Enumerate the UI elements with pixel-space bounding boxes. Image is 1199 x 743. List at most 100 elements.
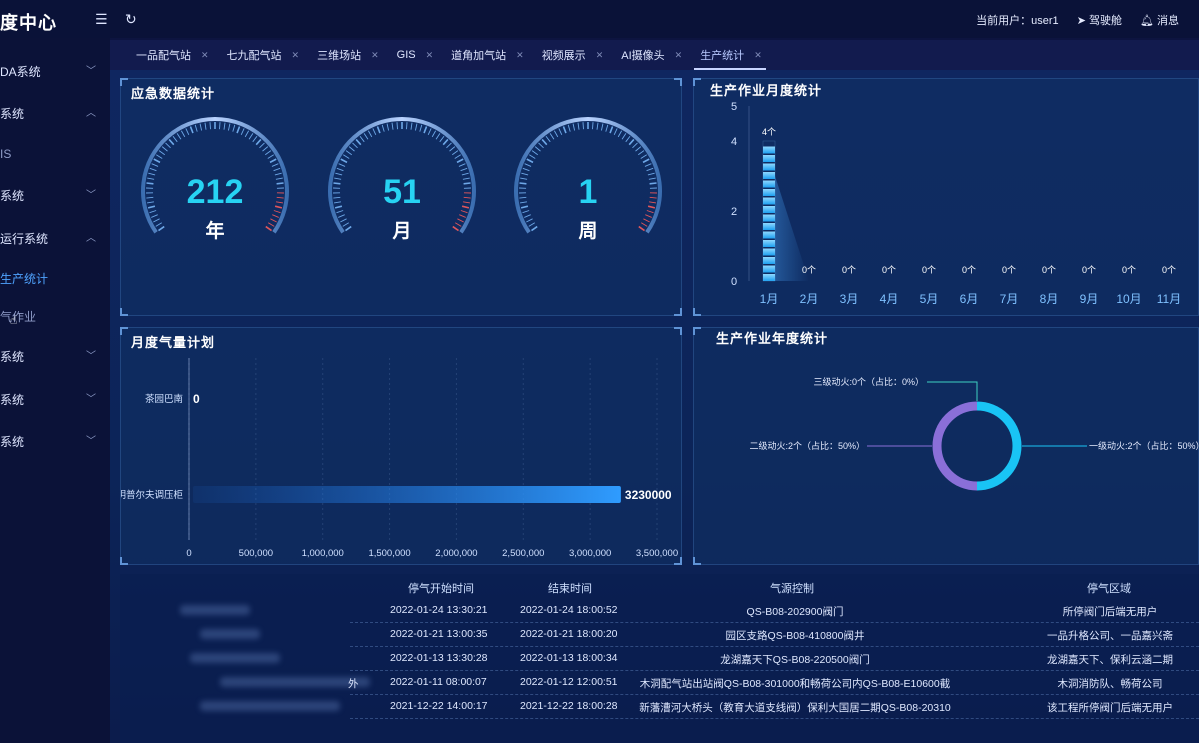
sidebar-item-operation[interactable]: 运行系统 ︿ bbox=[0, 227, 110, 247]
gauge-tick bbox=[522, 167, 530, 172]
gauge-tick bbox=[635, 146, 642, 152]
refresh-icon[interactable]: ↻ bbox=[125, 11, 137, 28]
gauge-value: 1 bbox=[579, 173, 598, 211]
slice-label: 二级动火:2个（占比：50%） bbox=[749, 440, 865, 451]
close-icon[interactable]: ✕ bbox=[596, 50, 604, 61]
gauge-tick bbox=[455, 222, 462, 227]
gauge-tick bbox=[646, 210, 654, 214]
tab-production-stats[interactable]: 生产统计 ✕ bbox=[694, 40, 766, 70]
sidebar-item-system-4[interactable]: 系统 ﹀ bbox=[0, 388, 110, 408]
gauge-tick bbox=[632, 142, 638, 149]
gauge-tick bbox=[194, 124, 198, 132]
table-row[interactable]: 2022-01-13 13:30:28 2022-01-13 18:00:34 龙湖… bbox=[120, 647, 1199, 671]
gauge-tick bbox=[148, 172, 156, 176]
gauge-tick bbox=[592, 122, 594, 130]
gauge-tick bbox=[621, 133, 627, 140]
gauge-tick bbox=[338, 214, 345, 218]
sidebar-item-system-3[interactable]: 系统 ﹀ bbox=[0, 345, 110, 365]
redacted-cell bbox=[180, 605, 250, 615]
sidebar-item-gas-work[interactable]: 气作业 ☝ bbox=[0, 305, 110, 327]
gauge-tick bbox=[158, 225, 165, 232]
gauge-tick bbox=[372, 128, 377, 135]
gauge-tick bbox=[419, 124, 423, 132]
gauge-unit: 年 bbox=[205, 219, 224, 242]
close-icon[interactable]: ✕ bbox=[754, 50, 762, 61]
bell-icon: 🔔︎ bbox=[1139, 15, 1154, 27]
gauge-tick bbox=[146, 201, 155, 204]
gauge-tick bbox=[524, 163, 532, 167]
tab-ai-camera[interactable]: AI摄像头 ✕ bbox=[621, 40, 682, 70]
gauge-tick bbox=[463, 196, 471, 199]
tab-daojiao[interactable]: 道角加气站 ✕ bbox=[451, 40, 524, 70]
x-tick-label: 2,000,000 bbox=[435, 548, 477, 559]
tab-gis[interactable]: GIS ✕ bbox=[397, 40, 434, 70]
table-row[interactable]: 2022-01-21 13:00:35 2022-01-21 18:00:20 园区… bbox=[120, 623, 1199, 647]
sidebar-item-label: 系统 bbox=[0, 107, 25, 121]
sidebar-item-is[interactable]: IS bbox=[0, 144, 110, 164]
data-label: 0个 bbox=[1082, 265, 1096, 275]
gauge-tick bbox=[414, 123, 418, 131]
header-end-time: 结束时间 bbox=[548, 583, 592, 595]
gauge-tick bbox=[529, 154, 536, 159]
messages-button[interactable]: 🔔︎ 消息 bbox=[1140, 12, 1179, 28]
tab-yipin[interactable]: 一品配气站 ✕ bbox=[136, 40, 209, 70]
gauge-tick bbox=[442, 138, 449, 146]
sidebar-item-production-stats[interactable]: 生产统计 bbox=[0, 267, 110, 287]
gauge-tick bbox=[641, 222, 648, 227]
cell-area: 木洞消防队、畅荷公司 bbox=[1057, 678, 1163, 690]
gauge-tick bbox=[446, 142, 452, 149]
gauge-tick bbox=[459, 214, 466, 218]
gauge-tick bbox=[458, 163, 466, 167]
cursor-hand-icon: ☝ bbox=[10, 313, 18, 327]
annual-production-panel: 生产作业年度统计 一级动火:2个（占比：50%） 二级动火:2个（占比：50%）三… bbox=[693, 327, 1199, 565]
chevron-down-icon: ﹀ bbox=[86, 351, 96, 362]
app-brand: 度中心 bbox=[0, 13, 57, 33]
cell-area: 一品升格公司、一品嘉兴斋 bbox=[1047, 630, 1173, 642]
close-icon[interactable]: ✕ bbox=[292, 50, 300, 61]
cell-control: QS-B08-202900阀门 bbox=[746, 606, 844, 618]
close-icon[interactable]: ✕ bbox=[516, 50, 524, 61]
hamburger-icon[interactable]: ☰ bbox=[95, 11, 108, 28]
gauge-tick bbox=[149, 210, 157, 214]
table-row[interactable]: 2021-12-22 14:00:17 2021-12-22 18:00:28 新藩… bbox=[120, 695, 1199, 719]
tab-video[interactable]: 视频展示 ✕ bbox=[542, 40, 604, 70]
gauge-tick bbox=[345, 150, 352, 156]
bar-segment bbox=[763, 265, 775, 273]
gauge-tick bbox=[262, 146, 269, 152]
tab-3d-station[interactable]: 三维场站 ✕ bbox=[317, 40, 379, 70]
gauge-tick bbox=[273, 210, 281, 214]
x-tick-label: 7月 bbox=[1000, 292, 1019, 306]
gauge-unit: 月 bbox=[391, 221, 411, 242]
table-row[interactable]: 外 2022-01-11 08:00:07 2022-01-12 12:00:51 木… bbox=[120, 671, 1199, 695]
gauge-tick bbox=[244, 130, 250, 138]
sidebar-item-system-5[interactable]: 系统 ﹀ bbox=[0, 430, 110, 450]
header-start-time: 停气开始时间 bbox=[408, 583, 474, 595]
slice-label: 一级动火:2个（占比：50%） bbox=[1089, 440, 1199, 451]
row-divider bbox=[350, 718, 1199, 719]
table-row[interactable]: 2022-01-24 13:30:21 2022-01-24 18:00:52 QS… bbox=[120, 599, 1199, 623]
close-icon[interactable]: ✕ bbox=[201, 50, 209, 61]
gauge-tick bbox=[649, 182, 657, 185]
gauge-tick bbox=[270, 218, 277, 223]
gauge-tick bbox=[146, 196, 154, 199]
sidebar-item-label: 气作业 bbox=[0, 310, 37, 324]
tab-qijiu[interactable]: 七九配气站 ✕ bbox=[227, 40, 300, 70]
close-icon[interactable]: ✕ bbox=[675, 50, 683, 61]
cockpit-button[interactable]: ➤ 驾驶舱 bbox=[1077, 12, 1122, 28]
gauge-tick bbox=[435, 133, 441, 140]
tab-label: AI摄像头 bbox=[621, 50, 665, 62]
sidebar-item-da[interactable]: DA系统 ﹀ bbox=[0, 60, 110, 80]
bar-segment bbox=[763, 172, 775, 179]
gauge-tick bbox=[336, 167, 344, 172]
gauge-tick bbox=[600, 123, 604, 131]
redacted-cell bbox=[200, 629, 260, 639]
gauge-tick bbox=[276, 182, 284, 185]
sidebar-item-system-2[interactable]: 系统 ﹀ bbox=[0, 184, 110, 204]
cell-control: 新藩漕河大桥头（教育大道支线阀）保利大国居二期QS-B08-20310 bbox=[639, 702, 951, 714]
close-icon[interactable]: ✕ bbox=[371, 50, 379, 61]
gauge-tick bbox=[449, 146, 456, 152]
close-icon[interactable]: ✕ bbox=[426, 50, 434, 61]
tab-label: 视频展示 bbox=[541, 50, 586, 62]
sidebar-item-system-1[interactable]: 系统 ︿ bbox=[0, 102, 110, 122]
cell-control: 木洞配气站出站阀QS-B08-301000和畅荷公司内QS-B08-E10600… bbox=[639, 678, 951, 690]
